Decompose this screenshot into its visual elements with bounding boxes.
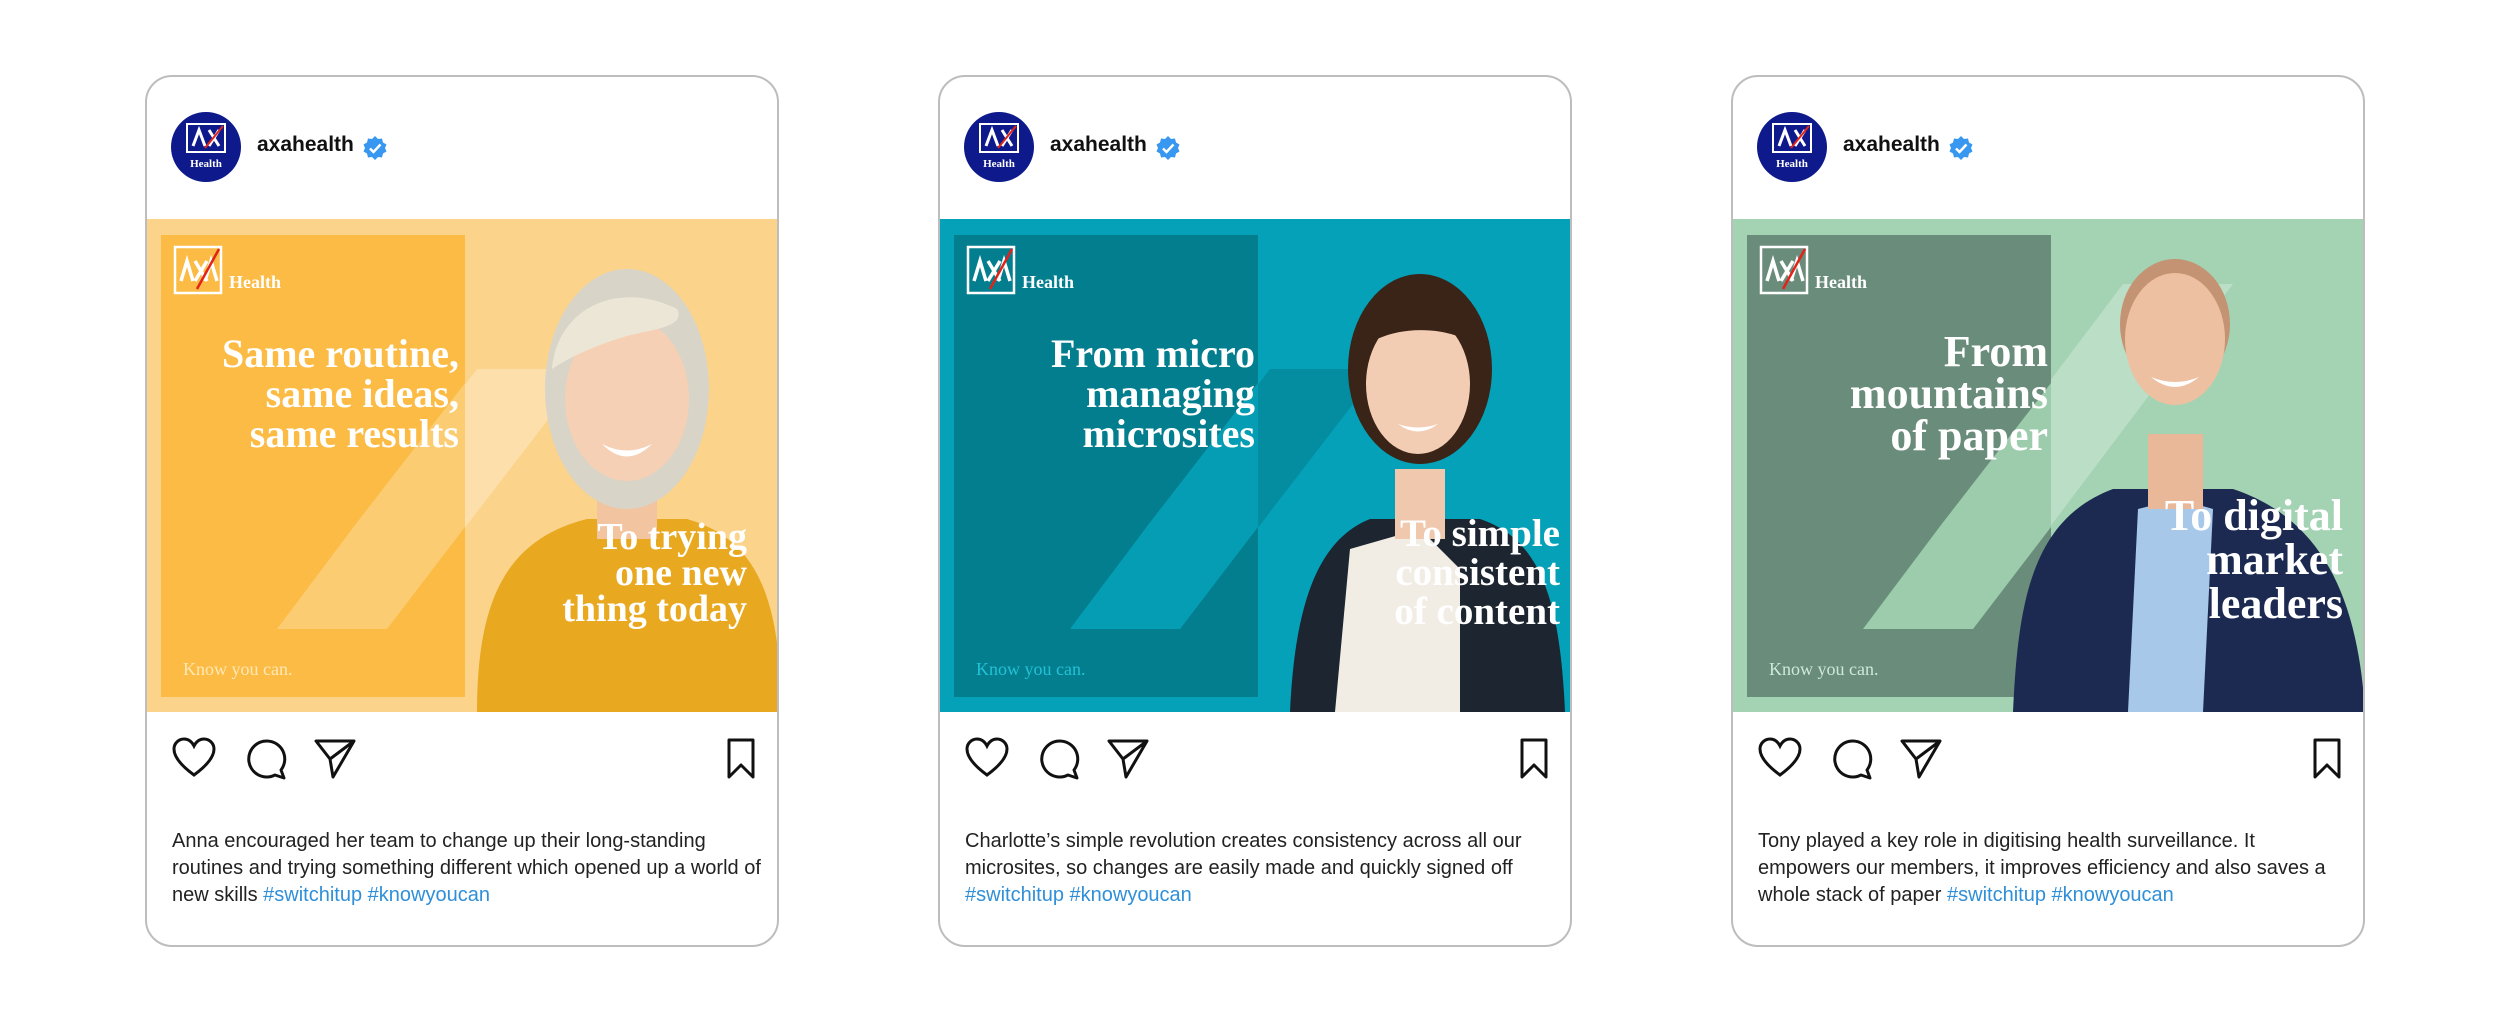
verified-badge-icon (1949, 136, 1973, 160)
axa-logo-icon (1772, 123, 1812, 153)
avatar[interactable]: Health (171, 112, 241, 182)
person-photo (1290, 274, 1565, 712)
bookmark-icon[interactable] (725, 737, 757, 781)
caption-text: Charlotte’s simple revolution creates co… (965, 830, 1522, 879)
post-actions (1733, 727, 2363, 797)
tagline: Know you can. (1769, 659, 1879, 679)
comment-icon[interactable] (244, 737, 288, 781)
heart-icon[interactable] (171, 737, 217, 779)
instagram-post-card: Health axahealth Health From micro manag… (938, 75, 1572, 947)
share-icon[interactable] (1899, 737, 1943, 781)
hashtag-link[interactable]: #switchitup (263, 884, 362, 906)
heart-icon[interactable] (964, 737, 1010, 779)
headline-bottom: To digital market leaders (2164, 491, 2343, 628)
avatar[interactable]: Health (1757, 112, 1827, 182)
bookmark-icon[interactable] (2311, 737, 2343, 781)
verified-badge-icon (1156, 136, 1180, 160)
hashtag-link[interactable]: #switchitup (965, 884, 1064, 906)
hashtag-link[interactable]: #knowyoucan (1070, 884, 1192, 906)
post-actions (147, 727, 777, 797)
person-photo (477, 269, 777, 712)
post-actions (940, 727, 1570, 797)
share-icon[interactable] (313, 737, 357, 781)
instagram-post-card: Health axahealth Health Same routine, sa… (145, 75, 779, 947)
hashtag-link[interactable]: #knowyoucan (368, 884, 490, 906)
post-caption: Tony played a key role in digitising hea… (1758, 828, 2348, 909)
post-header: Health axahealth (147, 77, 777, 219)
account-name[interactable]: axahealth (257, 133, 354, 157)
post-caption: Anna encouraged her team to change up th… (172, 828, 762, 909)
avatar-label: Health (1776, 158, 1808, 170)
avatar-label: Health (190, 158, 222, 170)
hashtag-link[interactable]: #switchitup (1947, 884, 2046, 906)
avatar-label: Health (983, 158, 1015, 170)
post-header: Health axahealth (940, 77, 1570, 219)
axa-logo-icon (979, 123, 1019, 153)
post-image[interactable]: Health From mountains of paper To digita… (1733, 219, 2363, 712)
post-header: Health axahealth (1733, 77, 2363, 219)
verified-badge-icon (363, 136, 387, 160)
tagline: Know you can. (976, 659, 1086, 679)
post-image[interactable]: Health Same routine, same ideas, same re… (147, 219, 777, 712)
hashtag-link[interactable]: #knowyoucan (2052, 884, 2174, 906)
instagram-post-card: Health axahealth Health From mountains o… (1731, 75, 2365, 947)
account-name[interactable]: axahealth (1050, 133, 1147, 157)
headline-bottom: To simple consistent of content (1394, 512, 1560, 633)
heart-icon[interactable] (1757, 737, 1803, 779)
comment-icon[interactable] (1037, 737, 1081, 781)
headline-bottom: To trying one new thing today (562, 516, 747, 630)
axa-logo-icon (186, 123, 226, 153)
comment-icon[interactable] (1830, 737, 1874, 781)
post-image[interactable]: Health From micro managing microsites To… (940, 219, 1570, 712)
avatar[interactable]: Health (964, 112, 1034, 182)
tagline: Know you can. (183, 659, 293, 679)
share-icon[interactable] (1106, 737, 1150, 781)
post-caption: Charlotte’s simple revolution creates co… (965, 828, 1555, 909)
account-name[interactable]: axahealth (1843, 133, 1940, 157)
person-photo (2013, 259, 2363, 712)
bookmark-icon[interactable] (1518, 737, 1550, 781)
